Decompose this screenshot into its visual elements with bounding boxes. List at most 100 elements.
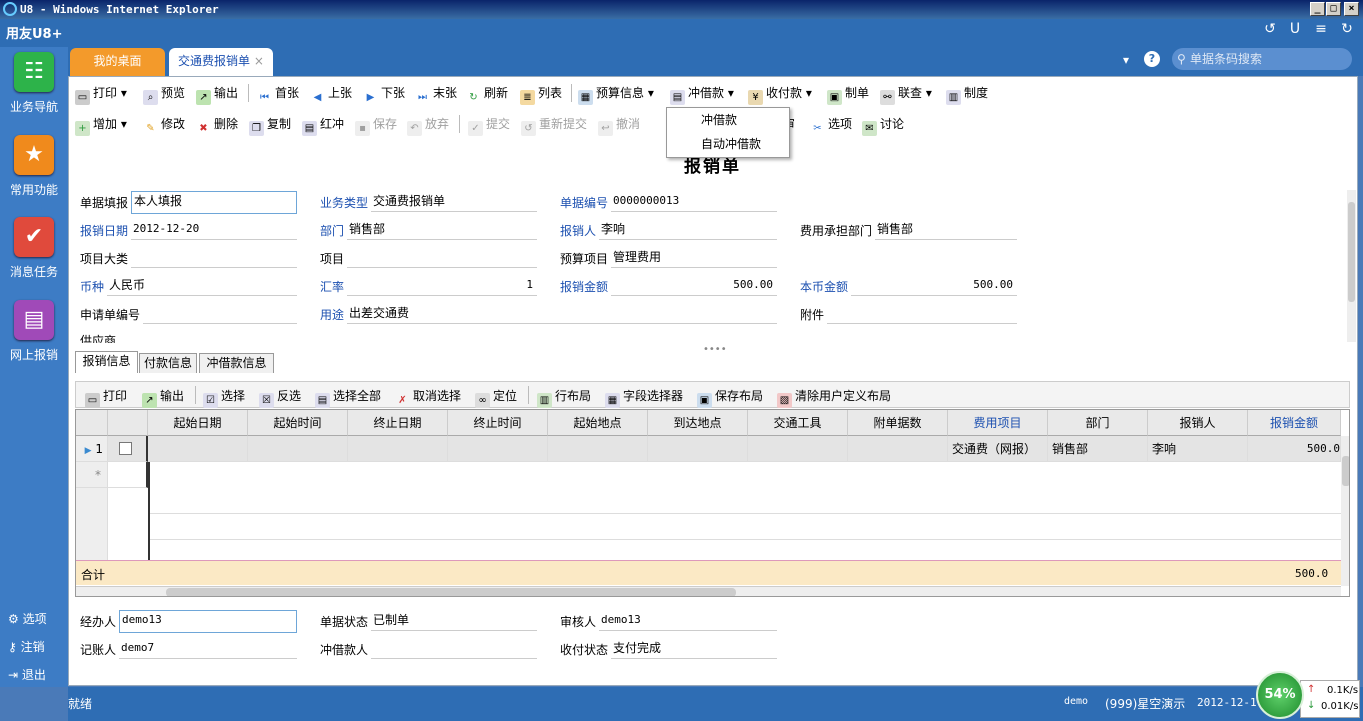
column-header[interactable]: 起始时间 [248,410,348,436]
grid-invert-button[interactable]: ☒ 反选 [259,386,301,408]
table-cell[interactable] [248,436,348,462]
offset-person-field[interactable] [371,639,537,659]
rate-field[interactable]: 1 [347,276,537,296]
grid-field-chooser-button[interactable]: ▦ 字段选择器 [605,386,683,408]
column-header[interactable]: 交通工具 [748,410,848,436]
amount-field[interactable]: 500.00 [611,276,777,296]
proj-cat-field[interactable] [131,248,297,268]
cost-item-cell[interactable]: 交通费（网报） [948,436,1048,462]
cpu-gauge[interactable]: 54% [1256,671,1304,719]
grid-vertical-scrollbar[interactable] [1341,436,1349,586]
red-offset-button[interactable]: ▤ 红冲 [302,114,344,136]
table-row[interactable]: ▶ 1 交通费（网报） 销售部 李响 500.0 [76,436,1341,462]
add-button[interactable]: + 增加 ▾ [75,114,127,136]
doc-no-field[interactable]: 0000000013 [611,192,777,212]
amount-cell[interactable]: 500.0 [1248,436,1341,462]
attach-field[interactable] [827,304,1017,324]
tab-offset-info[interactable]: 冲借款信息 [199,353,274,373]
doc-status-field[interactable]: 已制单 [371,611,537,631]
grid-select-all-button[interactable]: ▤ 选择全部 [315,386,381,408]
dept-cell[interactable]: 销售部 [1048,436,1148,462]
table-cell[interactable] [448,436,548,462]
column-header[interactable]: 到达地点 [648,410,748,436]
biz-type-field[interactable]: 交通费报销单 [371,192,537,212]
sidebar-item-online-reimburse[interactable]: ▤ 网上报销 [0,300,68,363]
minimize-button[interactable]: _ [1310,2,1325,16]
revoke-button[interactable]: ↩ 撤消 [598,114,640,136]
last-button[interactable]: ⏭ 末张 [415,83,457,103]
discuss-button[interactable]: ✉ 讨论 [862,114,904,136]
column-header[interactable]: 报销金额 [1248,410,1341,436]
policy-button[interactable]: ▥ 制度 [946,83,988,105]
back-icon[interactable]: ↺ [1262,21,1278,37]
payment-status-field[interactable]: 支付完成 [611,639,777,659]
search-input[interactable]: ⚲ 单据条码搜索 [1172,48,1352,70]
save-button[interactable]: ▪ 保存 [355,114,397,136]
list-button[interactable]: ≣ 列表 [520,83,562,105]
currency-field[interactable]: 人民币 [107,276,297,296]
refresh-icon[interactable]: ↻ [1339,21,1355,37]
column-header[interactable]: 起始日期 [148,410,248,436]
budget-field[interactable]: 管理费用 [611,248,777,268]
grid-locate-button[interactable]: ∞ 定位 [475,386,517,408]
first-button[interactable]: ⏮ 首张 [257,83,299,103]
column-header[interactable]: 附单据数 [848,410,948,436]
sidebar-logout[interactable]: ⚷ 注销 [8,638,45,655]
resubmit-button[interactable]: ↺ 重新提交 [521,114,587,136]
date-field[interactable]: 2012-12-20 [131,220,297,240]
sidebar-exit[interactable]: ⇥ 退出 [8,666,46,683]
budget-info-button[interactable]: ▦ 预算信息 ▾ [578,83,654,105]
column-header[interactable]: 起始地点 [548,410,648,436]
grid-horizontal-scrollbar[interactable] [76,586,1341,596]
handler-field[interactable]: demo13 [119,610,297,633]
fill-field[interactable]: 本人填报 [131,191,297,214]
grid-save-layout-button[interactable]: ▣ 保存布局 [697,386,763,408]
refresh-button[interactable]: ↻ 刷新 [466,83,508,103]
tab-reimburse-info[interactable]: 报销信息 [75,351,138,373]
tab-traffic-reimburse[interactable]: 交通费报销单 × [169,48,273,76]
discard-button[interactable]: ↶ 放弃 [407,114,449,136]
apply-no-field[interactable] [143,304,297,324]
form-scrollbar[interactable] [1347,190,1356,342]
export-button[interactable]: ↗ 输出 [196,83,238,105]
table-cell[interactable] [748,436,848,462]
table-cell[interactable] [348,436,448,462]
menu-item-offset-loan[interactable]: 冲借款 [667,108,789,132]
grid-print-button[interactable]: ▭ 打印 [85,386,127,408]
table-row[interactable]: * [76,462,1341,488]
copy-button[interactable]: ❐ 复制 [249,114,291,136]
grid-clear-layout-button[interactable]: ▧ 清除用户定义布局 [777,386,891,408]
sidebar-options[interactable]: ⚙ 选项 [8,610,47,627]
dept-field[interactable]: 销售部 [347,220,537,240]
grid-export-button[interactable]: ↗ 输出 [142,386,184,408]
options-button[interactable]: ✂ 选项 [810,114,852,134]
collapse-handle[interactable]: •••• [703,342,727,358]
submit-button[interactable]: ✓ 提交 [468,114,510,136]
column-header[interactable]: 终止时间 [448,410,548,436]
proj-field[interactable] [347,248,537,268]
row-checkbox[interactable] [119,442,132,455]
table-cell[interactable] [548,436,648,462]
receive-pay-button[interactable]: ¥ 收付款 ▾ [748,83,812,105]
sidebar-item-messages[interactable]: ✔ 消息任务 [0,217,68,280]
delete-button[interactable]: ✖ 删除 [196,114,238,134]
tab-payment-info[interactable]: 付款信息 [139,353,197,373]
maximize-button[interactable]: □ [1326,2,1341,16]
next-button[interactable]: ▶ 下张 [363,83,405,103]
purpose-field[interactable]: 出差交通费 [347,304,777,324]
sidebar-item-navigation[interactable]: ☷ 业务导航 [0,52,68,115]
help-icon[interactable]: ? [1144,51,1160,67]
grid-deselect-button[interactable]: ✗ 取消选择 [395,386,461,406]
link-query-button[interactable]: ⚯ 联查 ▾ [880,83,932,105]
close-window-button[interactable]: × [1344,2,1359,16]
make-voucher-button[interactable]: ▣ 制单 [827,83,869,105]
sidebar-item-favorites[interactable]: ★ 常用功能 [0,135,68,198]
column-header[interactable]: 费用项目 [948,410,1048,436]
preview-button[interactable]: ⌕ 预览 [143,83,185,105]
offset-loan-button[interactable]: ▤ 冲借款 ▾ [670,83,734,105]
menu-down-icon[interactable]: ≡ [1313,21,1329,37]
person-cell[interactable]: 李响 [1148,436,1248,462]
local-amount-field[interactable]: 500.00 [851,276,1017,296]
print-button[interactable]: ▭ 打印 ▾ [75,83,127,105]
chevron-down-icon[interactable]: ▾ [1123,53,1129,67]
